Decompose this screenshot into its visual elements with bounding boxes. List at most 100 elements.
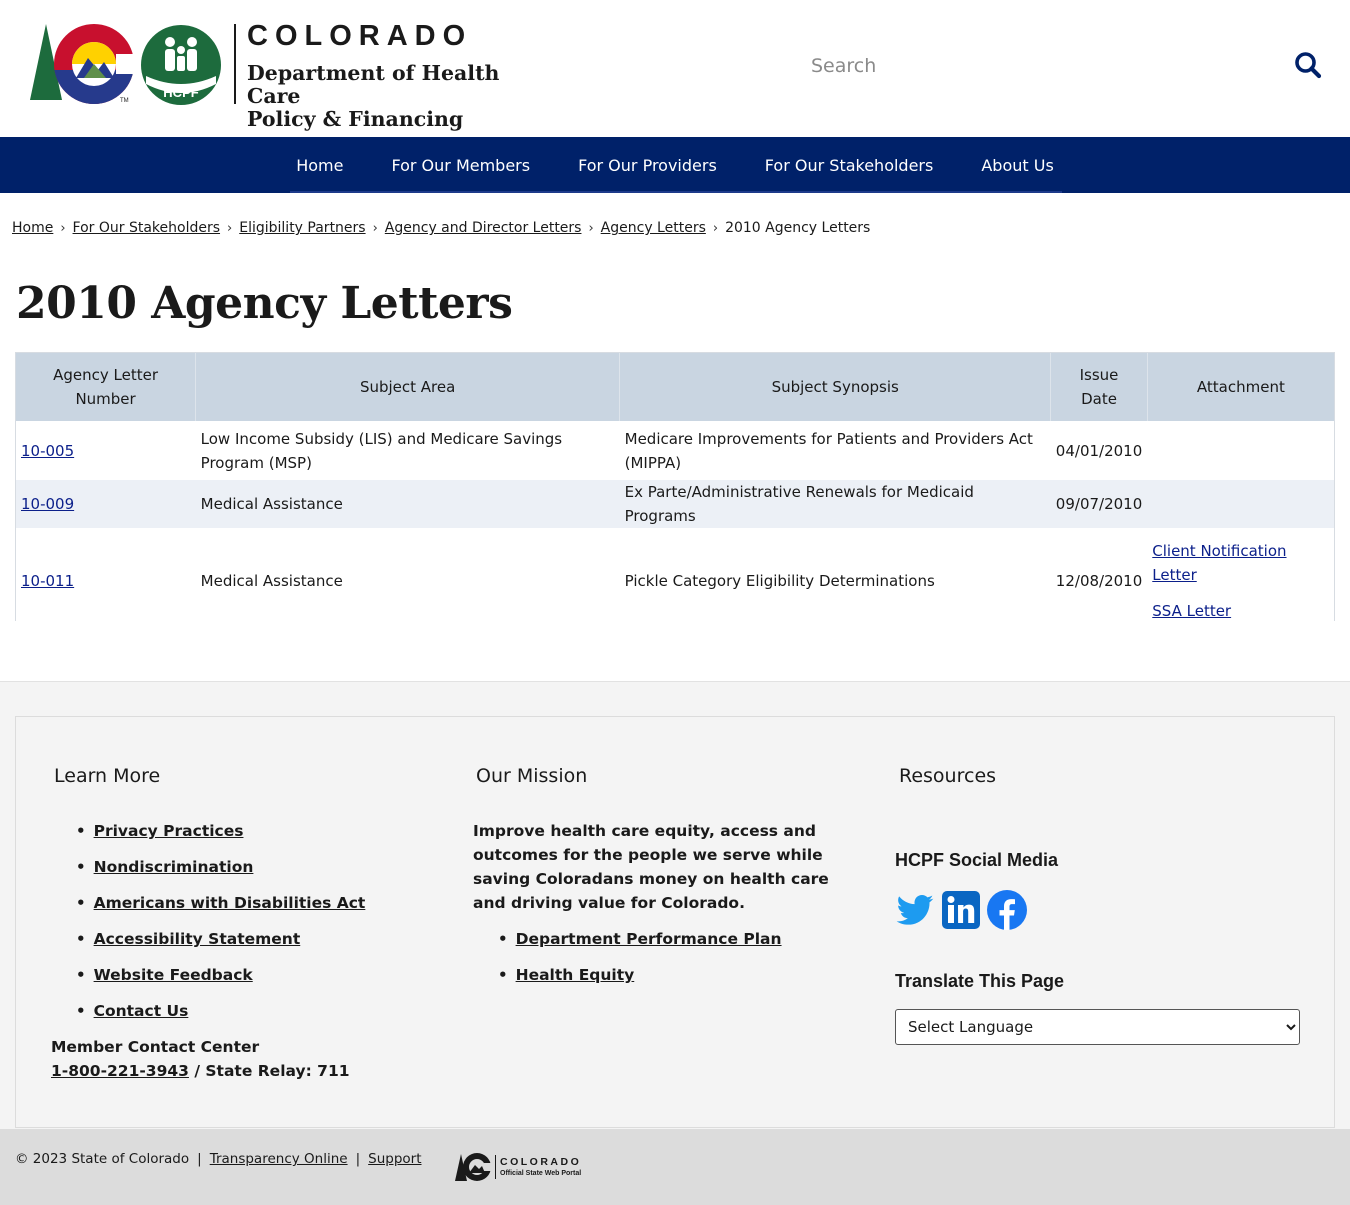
logo-divider [234, 24, 236, 104]
footer-mission-list: Department Performance Plan Health Equit… [498, 921, 782, 993]
table-row: 10-009 Medical Assistance Ex Parte/Admin… [16, 480, 1334, 528]
footer-mission-title: Our Mission [476, 765, 588, 787]
attachment-link-client-notification[interactable]: Client Notification Letter [1152, 539, 1329, 587]
col-header-date-line1: Issue [1079, 366, 1119, 384]
colorado-portal-logo[interactable]: COLORADO Official State Web Portal [454, 1151, 604, 1183]
footer-link-feedback[interactable]: Website Feedback [94, 966, 253, 984]
letter-number-link[interactable]: 10-005 [21, 442, 74, 460]
table-header-row: Agency Letter Number Subject Area Subject… [16, 353, 1334, 421]
col-header-subject-area[interactable]: Subject Area [195, 353, 621, 421]
support-link[interactable]: Support [368, 1151, 421, 1167]
letter-number-cell: 10-011 [16, 528, 196, 634]
col-header-attachment: Attachment [1147, 353, 1334, 421]
nav-link-about[interactable]: About Us [981, 156, 1053, 175]
table-row: 10-005 Low Income Subsidy (LIS) and Medi… [16, 421, 1334, 480]
breadcrumb-home[interactable]: Home [12, 220, 53, 236]
nav-link-stakeholders[interactable]: For Our Stakeholders [765, 156, 934, 175]
facebook-icon[interactable] [987, 890, 1027, 934]
col-header-number[interactable]: Agency Letter Number [16, 353, 197, 421]
hcpf-logo[interactable]: TM HCPF COLORADO Department of Health Ca… [28, 20, 548, 131]
nav-link-home[interactable]: Home [296, 156, 343, 175]
main-nav: Home For Our Members For Our Providers F… [0, 137, 1350, 193]
nav-item-members: For Our Members [367, 156, 554, 175]
letter-number-cell: 10-005 [16, 421, 196, 480]
member-contact-label: Member Contact Center [51, 1038, 260, 1056]
col-header-date[interactable]: Issue Date [1050, 353, 1148, 421]
breadcrumb-eligibility-partners[interactable]: Eligibility Partners [239, 220, 365, 236]
subject-area-cell: Medical Assistance [195, 528, 620, 634]
breadcrumb: Home › For Our Stakeholders › Eligibilit… [12, 220, 870, 236]
issue-date-cell: 12/08/2010 [1050, 528, 1148, 634]
agency-letters-table: Agency Letter Number Subject Area Subject… [16, 353, 1334, 634]
breadcrumb-agency-letters[interactable]: Agency Letters [601, 220, 706, 236]
footer-link-health-equity[interactable]: Health Equity [516, 966, 635, 984]
transparency-online-link[interactable]: Transparency Online [210, 1151, 348, 1167]
col-header-synopsis[interactable]: Subject Synopsis [619, 353, 1052, 421]
list-item: Health Equity [498, 957, 782, 993]
list-item: Website Feedback [76, 957, 365, 993]
site-header: TM HCPF COLORADO Department of Health Ca… [0, 0, 1350, 137]
bottom-bar-links: © 2023 State of Colorado | Transparency … [15, 1151, 422, 1167]
portal-divider [495, 1155, 496, 1179]
linkedin-icon[interactable] [941, 890, 981, 934]
language-select[interactable]: Select Language [895, 1009, 1300, 1045]
footer-link-nondiscrimination[interactable]: Nondiscrimination [94, 858, 254, 876]
department-name-line2: Policy & Financing [247, 107, 464, 131]
attachment-link-ssa[interactable]: SSA Letter [1152, 599, 1329, 623]
social-icons [895, 890, 1027, 934]
nav-link-providers[interactable]: For Our Providers [578, 156, 717, 175]
breadcrumb-separator-icon: › [372, 220, 378, 236]
list-item: Accessibility Statement [76, 921, 365, 957]
page-title: 2010 Agency Letters [16, 278, 513, 329]
subject-area-cell: Low Income Subsidy (LIS) and Medicare Sa… [195, 421, 620, 480]
letter-number-cell: 10-009 [16, 480, 196, 528]
breadcrumb-separator-icon: › [60, 220, 66, 236]
breadcrumb-stakeholders[interactable]: For Our Stakeholders [73, 220, 220, 236]
main-nav-list: Home For Our Members For Our Providers F… [0, 137, 1350, 193]
footer-link-accessibility[interactable]: Accessibility Statement [94, 930, 301, 948]
search-input[interactable] [800, 46, 1270, 86]
footer-link-privacy[interactable]: Privacy Practices [94, 822, 244, 840]
nav-link-members[interactable]: For Our Members [391, 156, 530, 175]
bottom-separator: | [355, 1151, 361, 1167]
member-phone-link[interactable]: 1-800-221-3943 [51, 1062, 189, 1080]
footer-link-contact[interactable]: Contact Us [94, 1002, 189, 1020]
synopsis-cell: Ex Parte/Administrative Renewals for Med… [619, 480, 1051, 528]
attachment-cell: Client Notification Letter SSA Letter [1147, 528, 1334, 634]
member-contact: Member Contact Center 1-800-221-3943 / S… [51, 1035, 350, 1083]
copyright-text: © 2023 State of Colorado [15, 1151, 190, 1167]
attachment-cell [1147, 421, 1334, 480]
breadcrumb-separator-icon: › [227, 220, 233, 236]
breadcrumb-separator-icon: › [588, 220, 594, 236]
mission-text: Improve health care equity, access and o… [473, 822, 829, 912]
col-header-number-line1: Agency Letter [53, 366, 159, 384]
letter-number-link[interactable]: 10-011 [21, 572, 74, 590]
nav-item-stakeholders: For Our Stakeholders [741, 156, 958, 175]
portal-name: COLORADO [500, 1156, 582, 1168]
list-item: Nondiscrimination [76, 849, 365, 885]
state-relay-text: / State Relay: 711 [188, 1062, 350, 1080]
attachment-spacer [1152, 587, 1329, 599]
department-name: Department of Health Care Policy & Finan… [247, 62, 548, 131]
synopsis-cell: Medicare Improvements for Patients and P… [619, 421, 1051, 480]
colorado-portal-c-icon [455, 1153, 492, 1181]
department-name-line1: Department of Health Care [247, 61, 500, 108]
search-button[interactable] [1292, 50, 1324, 82]
breadcrumb-agency-director-letters[interactable]: Agency and Director Letters [385, 220, 582, 236]
list-item: Americans with Disabilities Act [76, 885, 366, 921]
state-name: COLORADO [247, 20, 473, 52]
table-row: 10-011 Medical Assistance Pickle Categor… [16, 528, 1334, 634]
footer-link-performance-plan[interactable]: Department Performance Plan [516, 930, 782, 948]
footer-link-ada[interactable]: Americans with Disabilities Act [94, 894, 366, 912]
letter-number-link[interactable]: 10-009 [21, 495, 74, 513]
col-header-date-line2: Date [1081, 390, 1117, 408]
issue-date-cell: 04/01/2010 [1050, 421, 1148, 480]
nav-underline [290, 191, 1062, 193]
footer-learn-more-list: Privacy Practices Nondiscrimination Amer… [76, 813, 366, 1029]
attachment-cell [1147, 480, 1334, 528]
twitter-icon[interactable] [895, 890, 935, 934]
list-item: Privacy Practices [76, 813, 365, 849]
footer-learn-more-title: Learn More [54, 765, 161, 787]
colorado-c-logo-icon: TM [30, 24, 138, 104]
agency-letters-table-wrapper: Agency Letter Number Subject Area Subject… [15, 352, 1335, 634]
